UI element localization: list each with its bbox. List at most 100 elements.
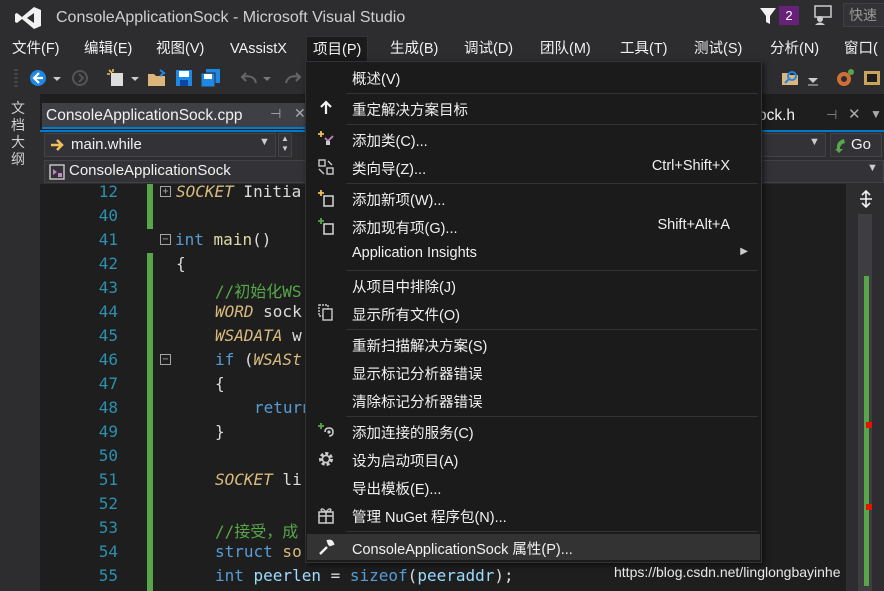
member-scope-dropdown-icon[interactable]: ▼: [867, 162, 878, 174]
secondary-combo-dropdown-icon[interactable]: ▼: [809, 136, 820, 148]
function-navigation-combo[interactable]: main.while ▼: [44, 133, 276, 157]
arrow-right-icon: [51, 139, 64, 151]
navigate-back-icon[interactable]: [28, 68, 48, 88]
menu-item-label: 显示所有文件(O): [352, 308, 460, 324]
menu-edit[interactable]: 编辑(E): [78, 36, 138, 62]
menu-analyze[interactable]: 分析(N): [764, 36, 825, 62]
tab-list-dropdown-icon[interactable]: ▼: [870, 107, 882, 121]
menu-window[interactable]: 窗口(: [838, 36, 884, 62]
menu-item-export-template[interactable]: 导出模板(E)...: [307, 474, 760, 500]
menu-item-label: 添加现有项(G)...: [352, 221, 458, 237]
code-line-44: WORD sock: [215, 302, 302, 321]
go-arrow-icon: [835, 139, 845, 153]
menu-item-properties[interactable]: ConsoleApplicationSock 属性(P)...: [307, 534, 760, 560]
menu-item-label: 添加类(C)...: [352, 134, 428, 150]
menu-project[interactable]: 项目(P): [306, 36, 369, 63]
menu-item-exclude-from-project[interactable]: 从项目中排除(J): [307, 272, 760, 298]
menu-item-retarget-solution[interactable]: 重定解决方案目标: [307, 95, 760, 121]
menu-item-show-all-files[interactable]: 显示所有文件(O): [307, 300, 760, 326]
code-line-43: //初始化WS: [215, 282, 302, 301]
menu-team[interactable]: 团队(M): [534, 36, 597, 62]
save-all-icon[interactable]: [200, 68, 222, 88]
menu-item-shortcut: Shift+Alt+A: [657, 217, 730, 233]
solution-explorer-icon[interactable]: [862, 68, 884, 88]
collapse-outline-icon[interactable]: −: [160, 234, 171, 245]
document-tab-header[interactable]: ock.h ⊣ ✕ ▼: [758, 103, 884, 129]
open-file-icon[interactable]: [146, 68, 168, 88]
menu-item-label: 重定解决方案目标: [352, 103, 468, 119]
menu-item-add-existing-item[interactable]: 添加现有项(G)... Shift+Alt+A: [307, 213, 760, 239]
scrollbar-change-marker: [864, 276, 869, 586]
menu-build[interactable]: 生成(B): [384, 36, 444, 62]
split-window-icon[interactable]: [859, 190, 873, 208]
menu-item-manage-nuget[interactable]: 管理 NuGet 程序包(N)...: [307, 502, 760, 528]
tab-close-icon[interactable]: ✕: [294, 105, 306, 122]
document-tab-cpp[interactable]: ConsoleApplicationSock.cpp ⊣ ✕: [42, 103, 342, 129]
menu-debug[interactable]: 调试(D): [458, 36, 519, 62]
toolbar-grip[interactable]: [14, 69, 18, 87]
tab-header-pin-icon[interactable]: ⊣: [826, 107, 837, 123]
menu-view[interactable]: 视图(V): [150, 36, 210, 62]
notification-flag-icon[interactable]: [758, 6, 778, 26]
code-line-55: int peerlen = sizeof(peeraddr);: [215, 566, 514, 585]
menu-separator: [346, 329, 758, 330]
tab-pin-icon[interactable]: ⊣: [270, 106, 281, 122]
redo-icon[interactable]: [282, 68, 302, 88]
navigation-spinner[interactable]: ▲ ▼: [278, 133, 292, 157]
gear-icon: [319, 452, 333, 466]
expand-outline-icon[interactable]: +: [160, 186, 171, 197]
project-scope-combo[interactable]: ConsoleApplicationSock: [44, 160, 324, 183]
extension-gear-icon[interactable]: [834, 68, 856, 88]
menu-item-application-insights[interactable]: Application Insights ▶: [307, 241, 760, 267]
scrollbar-track[interactable]: [858, 214, 872, 591]
menu-item-class-wizard[interactable]: 类向导(Z)... Ctrl+Shift+X: [307, 154, 760, 180]
member-scope-combo[interactable]: ▼: [756, 160, 884, 183]
go-button[interactable]: Go: [830, 133, 882, 157]
find-in-files-icon[interactable]: [780, 68, 802, 88]
function-combo-dropdown-icon[interactable]: ▼: [259, 136, 270, 148]
tab-header-close-icon[interactable]: ✕: [848, 105, 861, 123]
save-icon[interactable]: [174, 68, 194, 88]
menu-item-label: 显示标记分析器错误: [352, 367, 483, 383]
menu-item-show-analyzer-errors[interactable]: 显示标记分析器错误: [307, 359, 760, 385]
document-tab-header-label: ock.h: [758, 107, 796, 124]
undo-icon[interactable]: [240, 68, 260, 88]
line-number: 48: [98, 398, 118, 417]
menu-item-label: 添加新项(W)...: [352, 193, 446, 209]
feedback-person-icon[interactable]: [812, 4, 834, 26]
back-dropdown-icon[interactable]: [52, 68, 62, 88]
line-number: 49: [98, 422, 118, 441]
menu-item-add-new-item[interactable]: 添加新项(W)...: [307, 185, 760, 211]
navigate-forward-icon[interactable]: [70, 68, 90, 88]
secondary-navigation-combo[interactable]: ▼: [756, 133, 826, 157]
new-project-dropdown-icon[interactable]: [130, 68, 140, 88]
code-line-48: return: [254, 398, 312, 417]
menu-tools[interactable]: 工具(T): [614, 36, 674, 62]
menu-item-add-connected-service[interactable]: 添加连接的服务(C): [307, 418, 760, 444]
menu-test[interactable]: 测试(S): [688, 36, 748, 62]
menu-item-clear-analyzer-errors[interactable]: 清除标记分析器错误: [307, 387, 760, 413]
vertical-scrollbar[interactable]: [846, 184, 884, 591]
notification-count-badge[interactable]: 2: [779, 6, 799, 25]
quick-launch-input[interactable]: 快速: [843, 3, 884, 27]
add-new-item-icon: [318, 190, 334, 207]
new-project-icon[interactable]: [106, 68, 128, 88]
line-number: 44: [98, 302, 118, 321]
menu-item-label: 管理 NuGet 程序包(N)...: [352, 510, 507, 526]
collapse-if-outline-icon[interactable]: −: [160, 354, 171, 365]
menu-vassistx[interactable]: VAssistX: [224, 36, 293, 62]
toolbar-options-icon[interactable]: [806, 68, 820, 88]
code-line-45: WSADATA w: [215, 326, 302, 345]
menu-item-rescan-solution[interactable]: 重新扫描解决方案(S): [307, 331, 760, 357]
menu-item-label: 设为启动项目(A): [352, 454, 459, 470]
change-tracking-gap: [147, 229, 153, 253]
menu-item-add-class[interactable]: 添加类(C)...: [307, 126, 760, 152]
undo-dropdown-icon[interactable]: [262, 68, 272, 88]
menu-item-overview[interactable]: 概述(V): [307, 64, 760, 90]
menu-file[interactable]: 文件(F): [6, 36, 66, 62]
function-combo-value: main.while: [71, 136, 142, 153]
indicator-margin: [40, 184, 68, 591]
menu-item-set-startup-project[interactable]: 设为启动项目(A): [307, 446, 760, 472]
document-outline-side-tab[interactable]: 文档大纲: [0, 94, 40, 591]
menu-item-label: 从项目中排除(J): [352, 280, 456, 296]
